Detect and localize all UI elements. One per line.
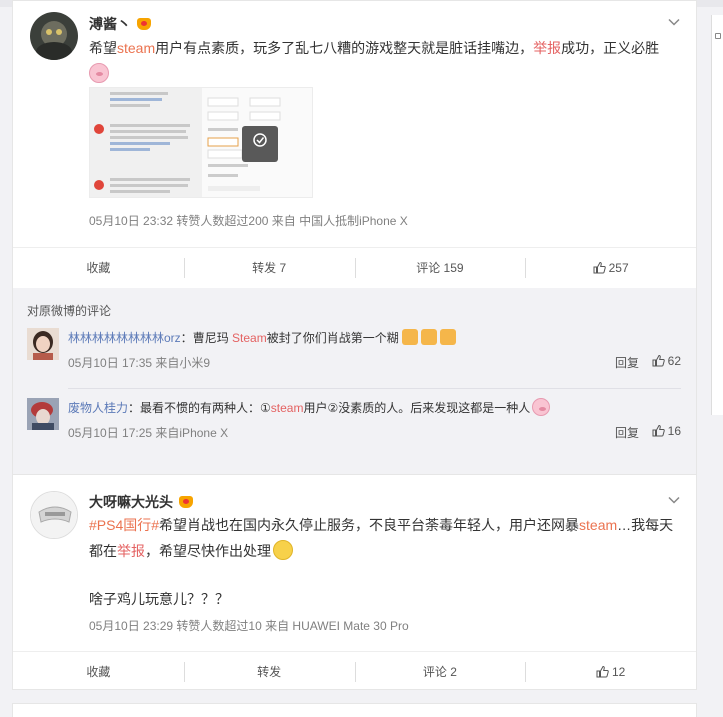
avatar[interactable]	[30, 12, 78, 60]
steam-link[interactable]: steam	[271, 401, 304, 415]
comment-text: 废物人桂力：最看不惯的有两种人：①steam用户②没素质的人。后来发现这都是一种…	[68, 398, 678, 418]
commenter-name[interactable]: 废物人桂力	[68, 401, 128, 415]
like-button[interactable]: 257	[525, 257, 696, 280]
chevron-down-icon[interactable]	[668, 494, 680, 506]
username[interactable]: 大呀嘛大光头	[89, 492, 193, 512]
like-button[interactable]: 12	[525, 661, 696, 684]
comment-item: 林林林林林林林林orz：曹尼玛 Steam被封了你们肖战第一个糊 05月10日 …	[27, 328, 681, 376]
thumbs-down-emoji-icon	[401, 329, 418, 345]
comment-button[interactable]: 评论 2	[354, 661, 526, 682]
comment-text: 林林林林林林林林orz：曹尼玛 Steam被封了你们肖战第一个糊	[68, 328, 678, 348]
comment-divider	[68, 388, 681, 389]
avatar[interactable]	[30, 491, 78, 539]
comment-meta: 05月10日 17:25 来自iPhone X	[68, 426, 229, 440]
vip-crown-icon	[137, 18, 151, 30]
hashtag-link[interactable]: #PS4国行#	[89, 517, 159, 533]
thumbs-up-icon	[652, 424, 665, 440]
checkbox-icon[interactable]	[715, 33, 721, 39]
thumbs-up-icon	[596, 664, 609, 684]
pig-emoji-icon	[532, 398, 551, 416]
weibo-card: 溥酱丶 希望steam用户有点素质，玩多了乱七八糟的游戏整天就是脏话挂嘴边，举报…	[12, 0, 697, 474]
commenter-avatar[interactable]	[27, 328, 59, 360]
vip-crown-icon	[179, 496, 193, 508]
comment-item: 废物人桂力：最看不惯的有两种人：①steam用户②没素质的人。后来发现这都是一种…	[27, 398, 681, 446]
report-link[interactable]: 举报	[117, 543, 145, 559]
weibo-card	[12, 703, 697, 717]
pig-emoji-icon	[89, 63, 109, 83]
commenter-avatar[interactable]	[27, 398, 59, 430]
collect-button[interactable]: 收藏	[13, 258, 184, 278]
collect-button[interactable]: 收藏	[13, 662, 184, 682]
report-link[interactable]: 举报	[533, 40, 561, 56]
steam-link[interactable]: steam	[117, 40, 155, 56]
comment-like-button[interactable]: 16	[652, 424, 681, 440]
action-bar: 收藏 转发 7 评论 159 257	[13, 247, 696, 287]
chevron-down-icon[interactable]	[668, 16, 680, 28]
comment-like-button[interactable]: 62	[652, 354, 681, 370]
username[interactable]: 溥酱丶	[89, 14, 151, 34]
post-image-thumbnail[interactable]	[89, 87, 313, 198]
comment-section-title: 对原微博的评论	[27, 304, 112, 318]
forward-button[interactable]: 转发	[183, 661, 355, 682]
comment-meta: 05月10日 17:35 来自小米9	[68, 356, 211, 370]
weibo-card: 大呀嘛大光头 #PS4国行#希望肖战也在国内永久停止服务，不良平台荼毒年轻人，用…	[12, 474, 697, 690]
comment-button[interactable]: 评论 159	[354, 257, 526, 278]
right-side-panel-edge	[711, 15, 723, 415]
thumbs-down-emoji-icon	[420, 329, 437, 345]
post-meta: 05月10日 23:32 转赞人数超过200 来自 中国人抵制iPhone X	[89, 214, 408, 228]
post-text: 希望steam用户有点素质，玩多了乱七八糟的游戏整天就是脏话挂嘴边，举报成功，正…	[89, 35, 679, 87]
thumbs-up-icon	[593, 260, 606, 280]
post-meta: 05月10日 23:29 转赞人数超过10 来自 HUAWEI Mate 30 …	[89, 619, 409, 633]
thumbs-up-icon	[652, 354, 665, 370]
steam-link[interactable]: steam	[579, 517, 617, 533]
post-text-line: 啥子鸡儿玩意儿？？？	[89, 591, 229, 607]
comment-section: 对原微博的评论 林林林林林林林林orz：曹尼玛 Steam被封了你们肖战第一个糊…	[13, 288, 696, 474]
commenter-name[interactable]: 林林林林林林林林orz	[68, 331, 181, 345]
reply-button[interactable]: 回复	[615, 424, 639, 441]
steam-link[interactable]: Steam	[232, 331, 267, 345]
action-bar: 收藏 转发 评论 2 12	[13, 651, 696, 691]
thumbs-down-emoji-icon	[439, 329, 456, 345]
thinking-emoji-icon	[273, 540, 293, 560]
post-text: #PS4国行#希望肖战也在国内永久停止服务，不良平台荼毒年轻人，用户还网暴ste…	[89, 517, 674, 560]
forward-button[interactable]: 转发 7	[183, 257, 355, 278]
reply-button[interactable]: 回复	[615, 354, 639, 371]
